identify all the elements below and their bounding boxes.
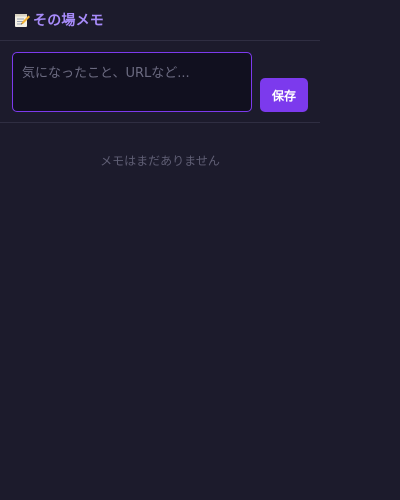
memo-input[interactable]	[12, 52, 252, 112]
panel-title: その場メモ	[33, 13, 104, 29]
memo-panel: その場メモ 保存 メモはまだありません	[0, 0, 320, 500]
panel-header: その場メモ	[0, 0, 320, 41]
save-button[interactable]: 保存	[260, 78, 308, 112]
memo-composer: 保存	[0, 41, 320, 123]
empty-memo-message: メモはまだありません	[100, 154, 220, 168]
memo-pencil-icon	[14, 12, 30, 28]
